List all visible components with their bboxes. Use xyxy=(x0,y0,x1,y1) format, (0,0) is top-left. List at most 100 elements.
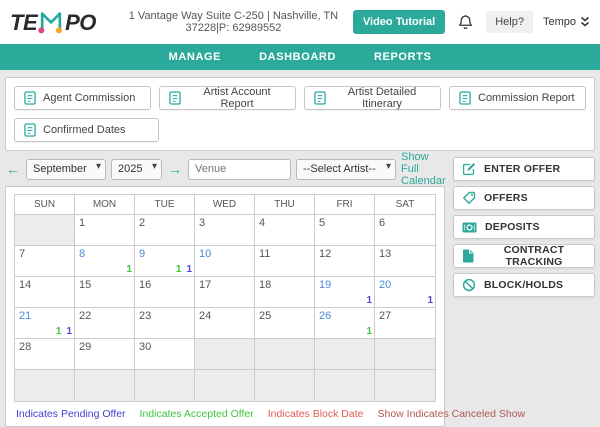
day-number[interactable]: 25 xyxy=(259,310,271,322)
year-select[interactable]: 2025 xyxy=(111,159,162,180)
calendar-day-cell[interactable]: 11 xyxy=(255,246,315,277)
calendar-day-cell[interactable]: 10 xyxy=(195,246,255,277)
venue-input[interactable] xyxy=(188,159,291,180)
day-number-pending[interactable]: 8 xyxy=(79,248,85,260)
day-number[interactable]: 17 xyxy=(199,279,211,291)
calendar-day-cell[interactable]: 9 11 xyxy=(135,246,195,277)
calendar-day-cell[interactable]: 23 xyxy=(135,308,195,339)
artist-detailed-itinerary-button[interactable]: Artist Detailed Itinerary xyxy=(304,86,441,110)
commission-report-button[interactable]: Commission Report xyxy=(449,86,586,110)
day-number[interactable]: 5 xyxy=(319,217,325,229)
day-number[interactable]: 4 xyxy=(259,217,265,229)
calendar-day-cell[interactable]: 26 1 xyxy=(315,308,375,339)
block-icon xyxy=(462,278,476,292)
day-number-pending[interactable]: 10 xyxy=(199,248,211,260)
calendar-day-cell[interactable]: 17 xyxy=(195,277,255,308)
calendar-section: ← September ▾ 2025 ▾ → --Select Artist--… xyxy=(5,157,445,427)
day-number[interactable]: 30 xyxy=(139,341,151,353)
button-label: CONTRACT TRACKING xyxy=(482,244,586,268)
day-number-pending[interactable]: 20 xyxy=(379,279,391,291)
day-number[interactable]: 22 xyxy=(79,310,91,322)
calendar-day-cell[interactable]: 5 xyxy=(315,215,375,246)
day-header: MON xyxy=(75,195,135,215)
prev-month-arrow[interactable]: ← xyxy=(5,162,21,176)
enter-offer-button[interactable]: ENTER OFFER xyxy=(453,157,595,181)
day-number-pending[interactable]: 21 xyxy=(19,310,31,322)
nav-reports[interactable]: REPORTS xyxy=(374,51,431,63)
accepted-count-badge[interactable]: 1 xyxy=(176,264,182,275)
calendar-day-cell[interactable]: 29 xyxy=(75,339,135,370)
day-number[interactable]: 28 xyxy=(19,341,31,353)
notifications-button[interactable] xyxy=(455,12,476,33)
agent-commission-button[interactable]: Agent Commission xyxy=(14,86,151,110)
calendar-day-cell[interactable]: 12 xyxy=(315,246,375,277)
calendar-day-cell[interactable]: 18 xyxy=(255,277,315,308)
day-number[interactable]: 29 xyxy=(79,341,91,353)
calendar-day-cell[interactable]: 16 xyxy=(135,277,195,308)
day-number[interactable]: 23 xyxy=(139,310,151,322)
accepted-count-badge[interactable]: 1 xyxy=(56,326,62,337)
calendar-day-cell[interactable]: 81 xyxy=(75,246,135,277)
next-month-arrow[interactable]: → xyxy=(167,162,183,176)
calendar-day-cell[interactable]: 27 xyxy=(375,308,435,339)
help-button[interactable]: Help? xyxy=(486,11,533,33)
day-number[interactable]: 15 xyxy=(79,279,91,291)
day-number[interactable]: 13 xyxy=(379,248,391,260)
calendar-day-cell[interactable]: 4 xyxy=(255,215,315,246)
pending-count-badge[interactable]: 1 xyxy=(66,326,72,337)
calendar-day-cell[interactable]: 21 11 xyxy=(15,308,75,339)
nav-dashboard[interactable]: DASHBOARD xyxy=(259,51,336,63)
day-number[interactable]: 24 xyxy=(199,310,211,322)
month-select[interactable]: September xyxy=(26,159,106,180)
day-number[interactable]: 27 xyxy=(379,310,391,322)
block-holds-button[interactable]: BLOCK/HOLDS xyxy=(453,273,595,297)
day-number[interactable]: 16 xyxy=(139,279,151,291)
day-number[interactable]: 6 xyxy=(379,217,385,229)
deposits-button[interactable]: DEPOSITS xyxy=(453,215,595,239)
calendar-day-cell[interactable]: 3 xyxy=(195,215,255,246)
calendar-day-cell[interactable]: 25 xyxy=(255,308,315,339)
calendar-day-cell[interactable]: 15 xyxy=(75,277,135,308)
video-tutorial-button[interactable]: Video Tutorial xyxy=(353,10,445,34)
calendar-day-cell[interactable]: 13 xyxy=(375,246,435,277)
calendar-day-cell[interactable]: 22 xyxy=(75,308,135,339)
calendar-day-cell[interactable]: 7 xyxy=(15,246,75,277)
day-number[interactable]: 7 xyxy=(19,248,25,260)
nav-manage[interactable]: MANAGE xyxy=(169,51,222,63)
calendar-day-cell[interactable]: 6 xyxy=(375,215,435,246)
accepted-count-badge[interactable]: 1 xyxy=(366,326,372,337)
offers-button[interactable]: OFFERS xyxy=(453,186,595,210)
day-number[interactable]: 14 xyxy=(19,279,31,291)
calendar-day-cell[interactable]: 28 xyxy=(15,339,75,370)
day-number[interactable]: 1 xyxy=(79,217,85,229)
accepted-count-badge[interactable]: 1 xyxy=(126,264,132,275)
pending-count-badge[interactable]: 1 xyxy=(366,295,372,306)
day-number[interactable]: 2 xyxy=(139,217,145,229)
calendar-day-cell[interactable]: 24 xyxy=(195,308,255,339)
artist-account-report-button[interactable]: Artist Account Report xyxy=(159,86,296,110)
day-number-pending[interactable]: 9 xyxy=(139,248,145,260)
pending-count-badge[interactable]: 1 xyxy=(186,264,192,275)
calendar-day-cell[interactable]: 2 xyxy=(135,215,195,246)
reports-panel: Agent Commission Artist Account Report A… xyxy=(5,77,595,151)
show-full-calendar-link[interactable]: Show Full Calendar xyxy=(401,151,446,187)
button-label: Artist Detailed Itinerary xyxy=(333,86,431,110)
day-number[interactable]: 12 xyxy=(319,248,331,260)
calendar-day-cell[interactable]: 20 1 xyxy=(375,277,435,308)
day-number[interactable]: 3 xyxy=(199,217,205,229)
contract-tracking-button[interactable]: CONTRACT TRACKING xyxy=(453,244,595,268)
day-header: TUE xyxy=(135,195,195,215)
confirmed-dates-button[interactable]: Confirmed Dates xyxy=(14,118,159,142)
day-number[interactable]: 11 xyxy=(259,248,270,260)
day-number-pending[interactable]: 26 xyxy=(319,310,331,322)
calendar-day-cell[interactable]: 14 xyxy=(15,277,75,308)
calendar-day-cell[interactable]: 19 1 xyxy=(315,277,375,308)
pending-count-badge[interactable]: 1 xyxy=(427,295,433,306)
calendar-day-cell[interactable]: 1 xyxy=(75,215,135,246)
day-number[interactable]: 18 xyxy=(259,279,271,291)
day-header: SUN xyxy=(15,195,75,215)
artist-select[interactable]: --Select Artist-- xyxy=(296,159,396,180)
day-number-pending[interactable]: 19 xyxy=(319,279,331,291)
calendar-day-cell[interactable]: 30 xyxy=(135,339,195,370)
user-menu[interactable]: Tempo xyxy=(543,16,592,28)
